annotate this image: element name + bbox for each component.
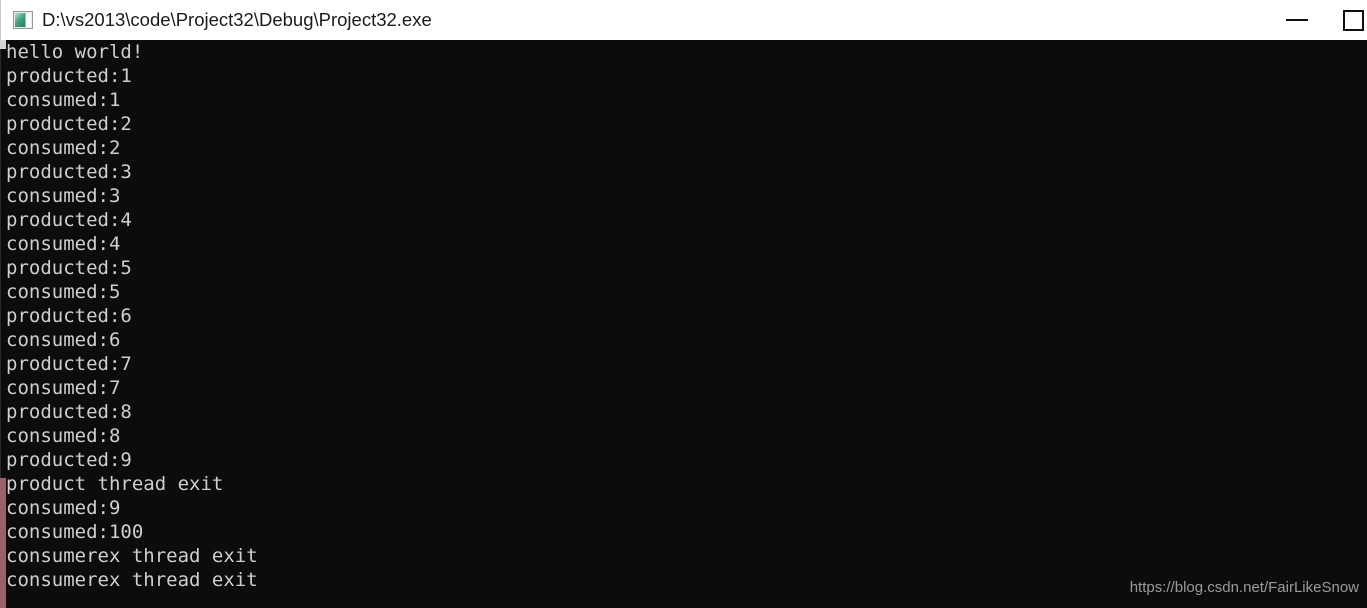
console-line: consumed:3 [6,185,121,207]
title-bar-left-edge [0,0,5,40]
console-text-buffer: hello world! producted:1 consumed:1 product… [6,40,258,592]
watermark-text: https://blog.csdn.net/FairLikeSnow [1129,579,1359,596]
maximize-icon [1343,10,1364,31]
console-app-icon [13,11,33,29]
console-line: producted:1 [6,65,132,87]
console-line: consumed:7 [6,377,121,399]
console-line: hello world! [6,41,144,63]
console-line: consumed:5 [6,281,121,303]
console-window: D:\vs2013\code\Project32\Debug\Project32… [0,0,1367,608]
console-line: consumed:2 [6,137,121,159]
console-line: consumed:9 [6,497,121,519]
console-line: product thread exit [6,473,224,495]
console-line: consumed:6 [6,329,121,351]
console-line: consumerex thread exit [6,569,258,591]
scrollbar-thumb[interactable] [0,478,6,608]
console-line: consumed:8 [6,425,121,447]
console-line: producted:9 [6,449,132,471]
console-line: producted:2 [6,113,132,135]
scrollbar-top-cap [0,40,6,49]
console-line: producted:5 [6,257,132,279]
maximize-button[interactable] [1332,0,1367,40]
console-app-icon-white-panel [25,13,31,27]
console-line: consumed:1 [6,89,121,111]
console-line: consumed:4 [6,233,121,255]
minimize-button[interactable] [1274,0,1320,40]
vertical-scrollbar[interactable] [0,40,6,608]
window-title: D:\vs2013\code\Project32\Debug\Project32… [42,9,432,30]
console-line: producted:3 [6,161,132,183]
minimize-icon [1286,19,1308,21]
title-bar[interactable]: D:\vs2013\code\Project32\Debug\Project32… [0,0,1367,40]
console-line: producted:6 [6,305,132,327]
console-line: producted:8 [6,401,132,423]
console-line: producted:4 [6,209,132,231]
console-app-icon-green-panel [15,13,25,27]
console-line: consumed:100 [6,521,144,543]
console-line: consumerex thread exit [6,545,258,567]
console-output-area[interactable]: hello world! producted:1 consumed:1 product… [0,40,1367,608]
console-line: producted:7 [6,353,132,375]
